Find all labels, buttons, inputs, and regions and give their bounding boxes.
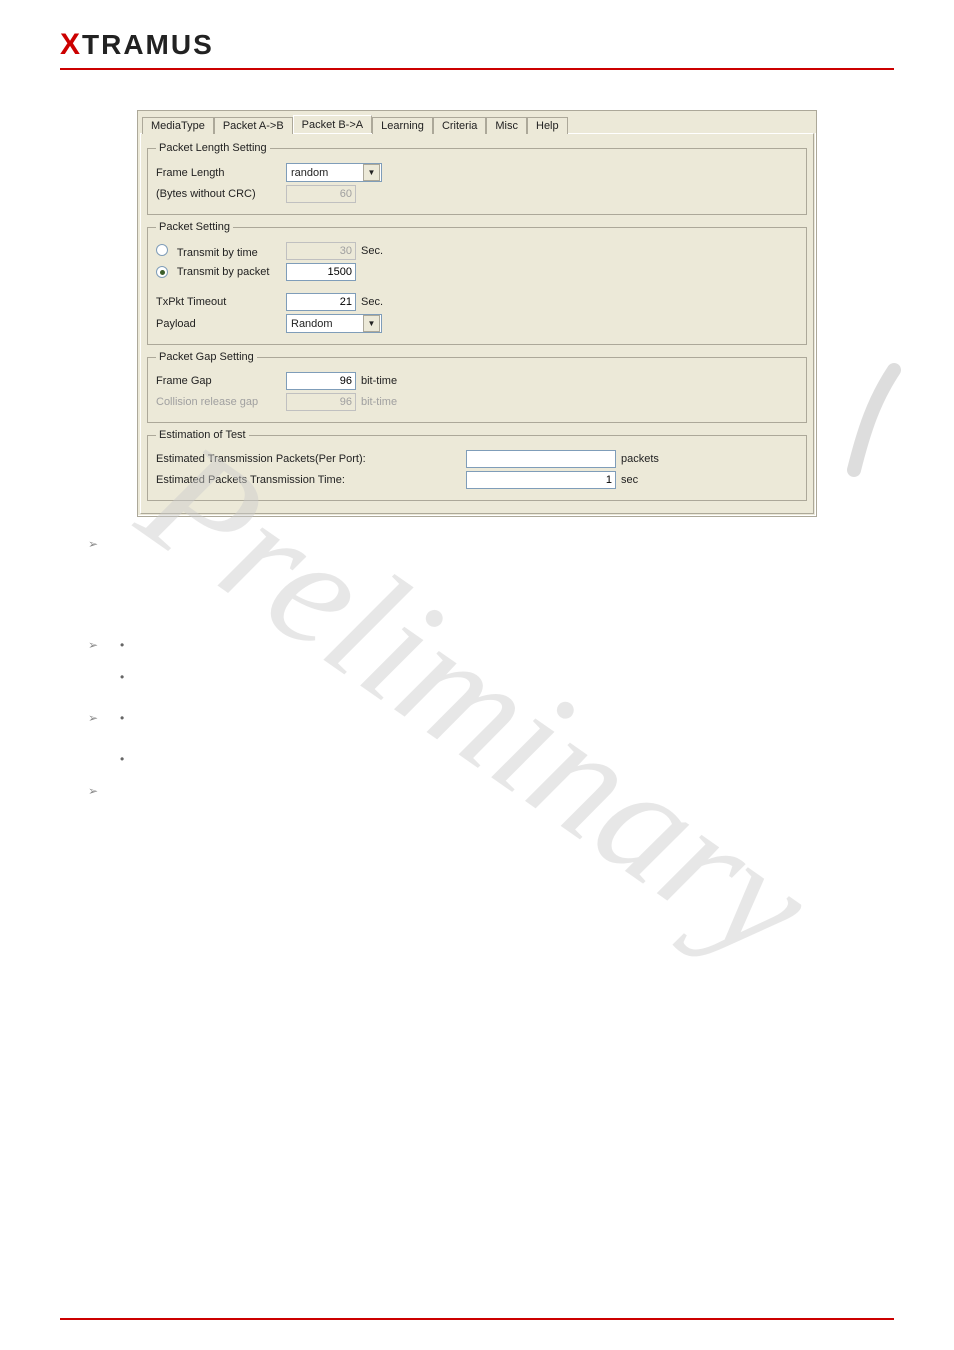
packets-suffix: packets (621, 453, 659, 465)
tab-packet-a-b[interactable]: Packet A->B (214, 117, 293, 134)
frame-length-select[interactable]: random ▼ (286, 163, 382, 182)
frame-gap-label: Frame Gap (156, 375, 286, 387)
frame-length-value: random (291, 167, 328, 179)
transmit-by-time-input (286, 242, 356, 260)
decorative-stroke (834, 360, 914, 480)
brand-logo: XTRAMUS (60, 28, 894, 62)
txpkt-timeout-label: TxPkt Timeout (156, 296, 286, 308)
bit-time-suffix-2: bit-time (361, 396, 397, 408)
radio-icon (156, 266, 168, 278)
txpkt-timeout-input[interactable] (286, 293, 356, 311)
packet-setting-group: Packet Setting Transmit by time Sec. Tra… (147, 221, 807, 345)
packet-length-setting-group: Packet Length Setting Frame Length rando… (147, 142, 807, 215)
estimated-packets-label: Estimated Transmission Packets(Per Port)… (156, 453, 466, 465)
bullet-item (88, 535, 894, 618)
payload-value: Random (291, 318, 333, 330)
bit-time-suffix-1: bit-time (361, 375, 397, 387)
document-body (80, 535, 894, 800)
header-rule (60, 68, 894, 70)
frame-length-label: Frame Length (156, 167, 286, 179)
tab-help[interactable]: Help (527, 117, 568, 134)
packet-setting-legend: Packet Setting (156, 221, 233, 233)
bullet-item (88, 782, 894, 800)
collision-release-gap-label: Collision release gap (156, 396, 286, 408)
chevron-down-icon: ▼ (363, 164, 380, 181)
estimated-time-label: Estimated Packets Transmission Time: (156, 474, 466, 486)
tab-learning[interactable]: Learning (372, 117, 433, 134)
sub-bullet-item (120, 709, 894, 730)
transmit-by-packet-input[interactable] (286, 263, 356, 281)
collision-release-gap-input (286, 393, 356, 411)
tab-misc[interactable]: Misc (486, 117, 527, 134)
bytes-without-crc-input (286, 185, 356, 203)
bullet-item (88, 636, 894, 689)
payload-label: Payload (156, 318, 286, 330)
sec-suffix-2: Sec. (361, 296, 383, 308)
tab-body: Packet Length Setting Frame Length rando… (140, 133, 814, 514)
estimated-packets-value (466, 450, 616, 468)
packet-gap-setting-group: Packet Gap Setting Frame Gap bit-time Co… (147, 351, 807, 423)
footer-rule (60, 1318, 894, 1320)
estimation-of-test-legend: Estimation of Test (156, 429, 249, 441)
sec-suffix-3: sec (621, 474, 638, 486)
transmit-by-packet-label: Transmit by packet (177, 266, 270, 278)
tab-packet-b-a[interactable]: Packet B->A (293, 115, 372, 133)
bullet-item (88, 709, 894, 762)
sub-bullet-item (120, 750, 894, 762)
transmit-by-packet-option[interactable]: Transmit by packet (156, 266, 286, 279)
sub-bullet-item (120, 668, 894, 689)
packet-gap-setting-legend: Packet Gap Setting (156, 351, 257, 363)
payload-select[interactable]: Random ▼ (286, 314, 382, 333)
frame-gap-input[interactable] (286, 372, 356, 390)
estimated-time-value (466, 471, 616, 489)
transmit-by-time-label: Transmit by time (177, 247, 258, 259)
sec-suffix-1: Sec. (361, 245, 383, 257)
tab-criteria[interactable]: Criteria (433, 117, 486, 134)
tab-mediatype[interactable]: MediaType (142, 117, 214, 134)
bytes-without-crc-label: (Bytes without CRC) (156, 188, 286, 200)
chevron-down-icon: ▼ (363, 315, 380, 332)
estimation-of-test-group: Estimation of Test Estimated Transmissio… (147, 429, 807, 501)
sub-bullet-item (120, 636, 894, 648)
packet-length-setting-legend: Packet Length Setting (156, 142, 270, 154)
tab-bar: MediaType Packet A->B Packet B->A Learni… (138, 111, 816, 133)
settings-panel: MediaType Packet A->B Packet B->A Learni… (137, 110, 817, 517)
transmit-by-time-option[interactable]: Transmit by time (156, 244, 286, 259)
radio-icon (156, 244, 168, 256)
